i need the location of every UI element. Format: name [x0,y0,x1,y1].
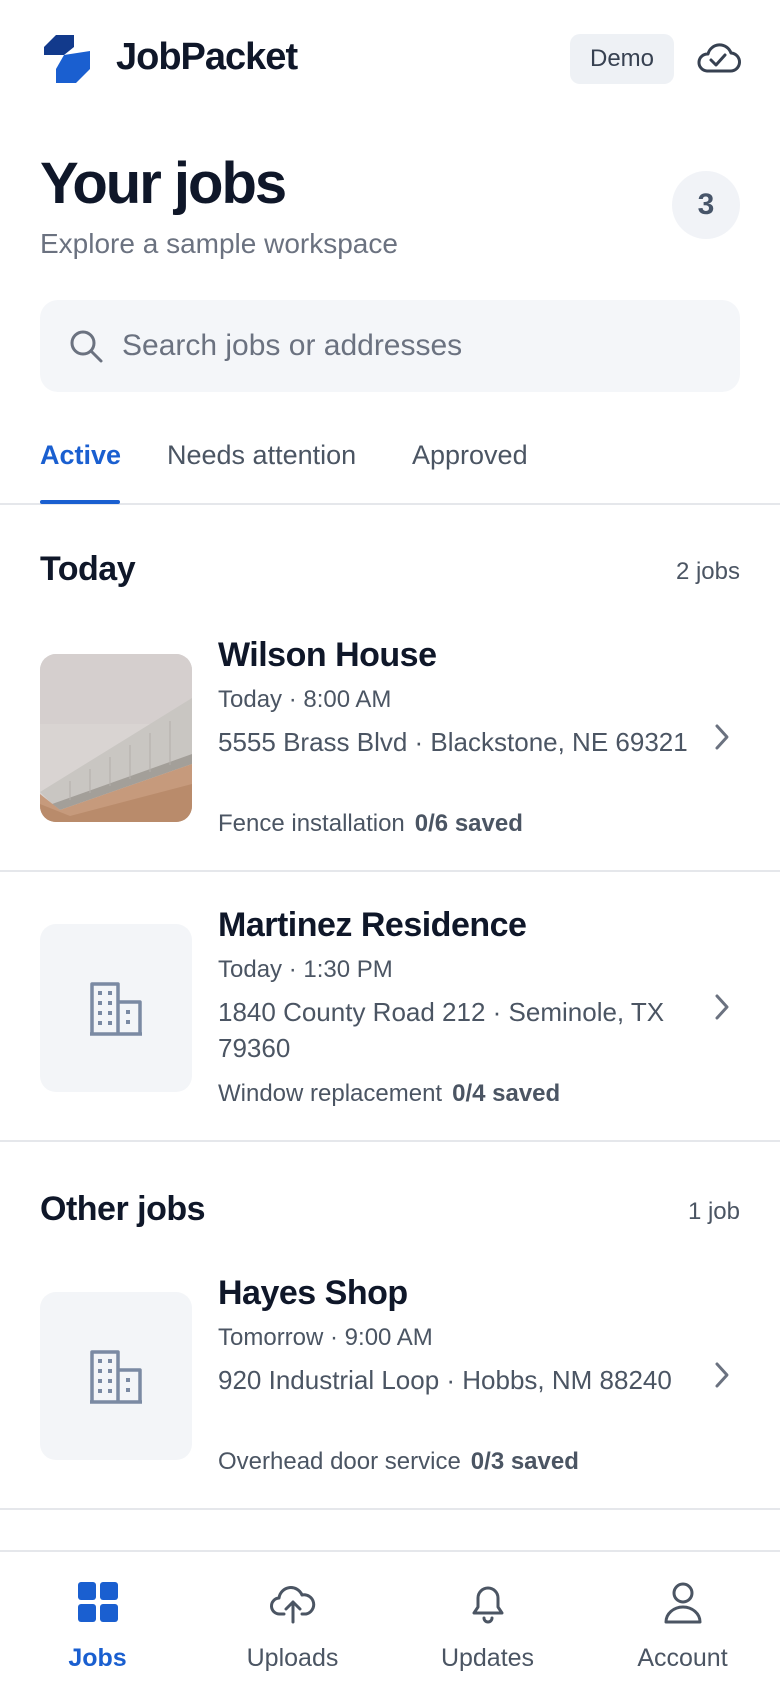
job-saved-progress: 0/4 saved [452,1080,561,1107]
search-bar[interactable] [40,300,740,392]
nav-item-updates[interactable]: Updates [390,1552,585,1688]
job-filter-tabs: Active Needs attention Approved [0,430,780,505]
nav-item-uploads[interactable]: Uploads [195,1552,390,1688]
job-meta: Window replacement 0/4 saved [218,1080,560,1108]
nav-item-jobs[interactable]: Jobs [0,1552,195,1688]
job-type: Fence installation [218,810,405,837]
job-row-wilson-house[interactable]: Wilson House Today · 8:00 AM 5555 Brass … [0,618,780,872]
grid-icon [78,1582,118,1622]
chevron-right-icon [715,724,729,750]
job-row-hayes-shop[interactable]: Hayes Shop Tomorrow · 9:00 AM 920 Indust… [0,1256,780,1510]
job-address: 1840 County Road 212 · Seminole, TX 7936… [218,997,665,1063]
job-photo-thumbnail [40,654,192,822]
job-type: Window replacement [218,1080,443,1107]
top-bar: JobPacket Demo [0,0,780,120]
job-saved-progress: 0/6 saved [414,810,523,837]
section-title-today: Today [40,550,136,588]
nav-label: Uploads [246,1644,339,1672]
building-icon [90,1350,142,1404]
job-time: Tomorrow · 9:00 AM [218,1324,433,1351]
job-title: Martinez Residence [218,906,527,944]
cloud-sync-icon[interactable] [694,40,742,76]
tab-needs-attention[interactable]: Needs attention [167,440,356,471]
section-count-today: 2 jobs [675,558,740,585]
page-title: Your jobs [40,151,287,216]
building-icon [90,982,142,1036]
page-subtitle: Explore a sample workspace [40,228,398,259]
search-input[interactable] [122,300,722,392]
nav-label: Jobs [68,1644,127,1672]
job-address: 5555 Brass Blvd · Blackstone, NE 69321 [218,727,688,757]
job-thumbnail-placeholder [40,924,192,1092]
jobpacket-logo-icon [44,35,90,83]
section-count-other-jobs: 1 job [687,1198,740,1225]
job-title: Wilson House [218,636,437,674]
tab-active[interactable]: Active [40,440,121,471]
nav-label: Updates [440,1644,535,1672]
job-count-badge: 3 [672,171,740,239]
search-icon [70,330,103,363]
tab-approved[interactable]: Approved [412,440,528,471]
person-icon [664,1582,702,1624]
brand-name: JobPacket [116,36,298,78]
job-saved-progress: 0/3 saved [470,1448,579,1475]
job-address: 920 Industrial Loop · Hobbs, NM 88240 [218,1365,672,1395]
nav-label: Account [637,1644,728,1672]
nav-item-account[interactable]: Account [585,1552,780,1688]
job-meta: Fence installation 0/6 saved [218,810,523,838]
job-time: Today · 8:00 AM [218,686,392,713]
job-type: Overhead door service [218,1448,461,1475]
job-time: Today · 1:30 PM [218,956,393,983]
demo-badge[interactable]: Demo [570,34,674,84]
chevron-right-icon [715,994,729,1020]
chevron-right-icon [715,1362,729,1388]
bell-icon [472,1586,504,1624]
job-thumbnail-placeholder [40,1292,192,1460]
job-row-martinez-residence[interactable]: Martinez Residence Today · 1:30 PM 1840 … [0,872,780,1142]
job-meta: Overhead door service 0/3 saved [218,1448,579,1476]
cloud-upload-icon [270,1586,316,1624]
active-tab-indicator [40,500,120,504]
job-title: Hayes Shop [218,1274,408,1312]
bottom-nav: Jobs Uploads Updates Account [0,1550,780,1688]
section-title-other-jobs: Other jobs [40,1190,206,1228]
